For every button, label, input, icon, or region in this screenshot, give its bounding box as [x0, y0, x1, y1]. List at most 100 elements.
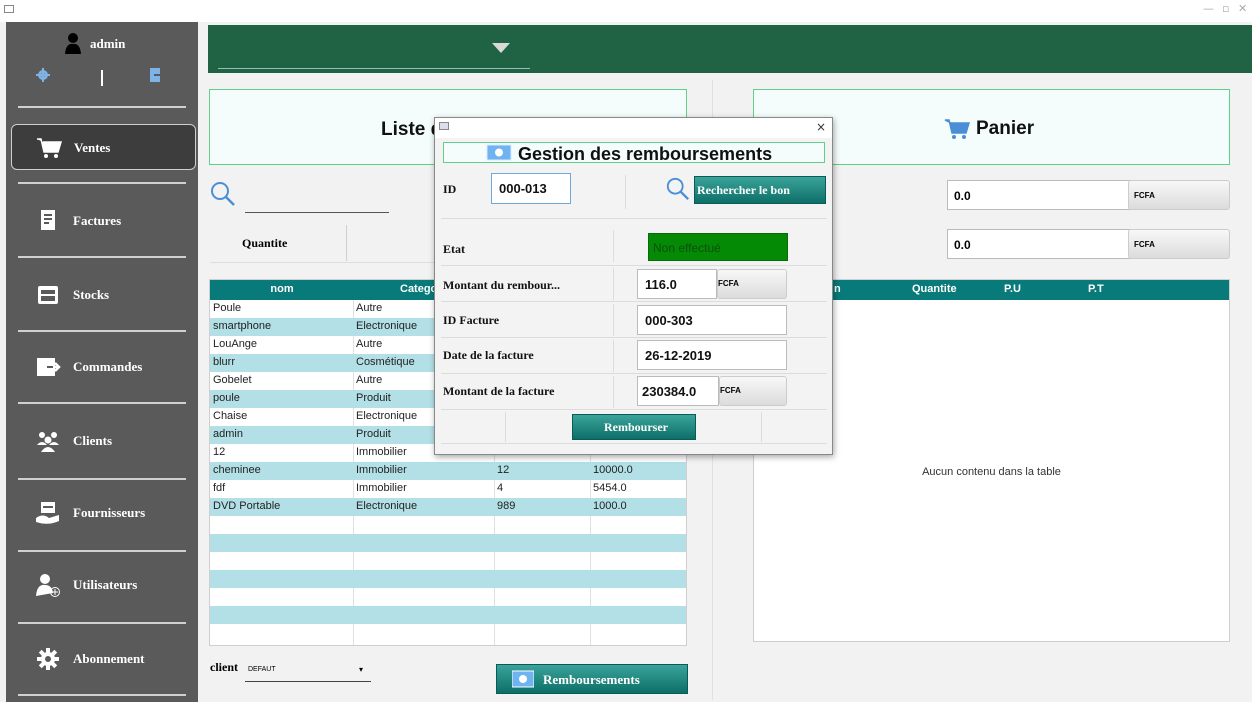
rembourser-button-label: Rembourser — [604, 420, 668, 434]
settings-gear-icon[interactable] — [36, 68, 50, 82]
sidebar-divider — [18, 256, 186, 258]
table-cell-cat: Produit — [356, 428, 391, 440]
maximize-button[interactable]: ▫ — [1222, 2, 1229, 15]
divider — [613, 376, 614, 408]
sidebar-item-commandes[interactable]: Commandes — [11, 344, 196, 390]
tool-separator — [101, 70, 103, 86]
invoice-date-input[interactable]: 26-12-2019 — [637, 340, 787, 370]
add-user-icon — [36, 574, 60, 597]
table-cell-cat: Autre — [356, 338, 383, 350]
table-cell-nom: Poule — [213, 302, 242, 314]
table-cell-price: 10000.0 — [593, 464, 633, 476]
stock-icon — [38, 286, 58, 304]
remboursements-button[interactable]: Remboursements — [496, 664, 688, 694]
sidebar-item-stocks[interactable]: Stocks — [11, 272, 196, 318]
table-cell-nom: poule — [213, 392, 240, 404]
table-cell-price: 1000.0 — [593, 500, 627, 512]
sidebar-item-factures[interactable]: Factures — [11, 198, 196, 244]
divider — [613, 268, 614, 300]
column-header-pu[interactable]: P.U — [1004, 283, 1021, 295]
table-row[interactable]: DVD Portable Electronique 989 1000.0 — [210, 498, 686, 516]
paid-value: 0.0 — [954, 238, 971, 252]
table-cell-cat: Autre — [356, 302, 383, 314]
minimize-button[interactable]: — — [1203, 2, 1214, 15]
table-row[interactable] — [210, 552, 686, 570]
divider — [761, 412, 762, 442]
table-row[interactable] — [210, 606, 686, 624]
currency-label: FCFA — [1128, 229, 1230, 259]
currency-unit: FCFA — [1134, 240, 1155, 249]
table-cell-cat: Electronique — [356, 500, 418, 512]
money-icon — [512, 670, 534, 688]
search-voucher-button[interactable]: Rechercher le bon — [694, 176, 826, 204]
currency-unit: FCFA — [720, 386, 741, 395]
table-cell-nom: admin — [213, 428, 243, 440]
invoice-icon — [41, 210, 55, 230]
sidebar-divider — [18, 330, 186, 332]
sidebar-item-ventes[interactable]: Ventes — [11, 124, 196, 170]
client-select-value: DEFAUT — [248, 666, 276, 673]
invoice-id-input[interactable]: 000-303 — [637, 305, 787, 335]
sidebar-item-fournisseurs[interactable]: Fournisseurs — [11, 490, 196, 536]
table-row[interactable] — [210, 588, 686, 606]
total-field[interactable]: 0.0 — [947, 180, 1132, 210]
search-input[interactable] — [245, 212, 389, 213]
table-cell-cat: Immobilier — [356, 482, 407, 494]
table-row[interactable] — [210, 624, 686, 642]
chevron-down-icon[interactable] — [492, 43, 510, 53]
currency-label: FCFA — [719, 376, 787, 406]
table-cell-nom: smartphone — [213, 320, 272, 332]
column-header-pt[interactable]: P.T — [1088, 283, 1104, 295]
remboursements-button-label: Remboursements — [543, 672, 640, 687]
sidebar-item-label: Clients — [73, 433, 112, 448]
table-row[interactable] — [210, 570, 686, 588]
refund-amount-input[interactable]: 116.0 — [637, 269, 717, 299]
id-input[interactable]: 000-013 — [491, 173, 571, 204]
invoice-date-label: Date de la facture — [443, 348, 534, 362]
gear-icon — [37, 648, 59, 670]
divider — [441, 301, 827, 302]
search-icon[interactable] — [665, 176, 691, 202]
divider — [613, 230, 614, 262]
divider — [441, 443, 827, 444]
quantity-label: Quantite — [242, 236, 288, 250]
invoice-amount-value: 230384.0 — [642, 384, 697, 399]
sidebar-item-abonnement[interactable]: Abonnement — [11, 636, 196, 682]
sidebar-item-utilisateurs[interactable]: Utilisateurs — [11, 562, 196, 608]
column-header-categorie[interactable]: Catego — [400, 283, 437, 295]
sidebar-item-clients[interactable]: Clients — [11, 418, 196, 464]
divider — [210, 262, 435, 263]
table-cell-cat: Cosmétique — [356, 356, 415, 368]
table-row[interactable]: cheminee Immobilier 12 10000.0 — [210, 462, 686, 480]
table-cell-nom: blurr — [213, 356, 236, 368]
logout-icon[interactable] — [150, 68, 162, 82]
sidebar-item-label: Ventes — [74, 140, 111, 155]
table-cell-nom: Chaise — [213, 410, 248, 422]
table-row[interactable] — [210, 534, 686, 552]
top-bar — [208, 25, 1252, 73]
divider — [441, 337, 827, 338]
dialog-close-button[interactable]: × — [816, 120, 826, 134]
column-header-nom[interactable]: nom — [210, 283, 354, 295]
search-icon[interactable] — [209, 180, 237, 208]
divider — [346, 225, 347, 261]
table-row[interactable] — [210, 516, 686, 534]
sidebar-item-label: Utilisateurs — [73, 577, 138, 592]
paid-field[interactable]: 0.0 — [947, 229, 1132, 259]
client-select[interactable]: DEFAUT ▾ — [245, 660, 371, 682]
user-icon — [65, 33, 81, 54]
refund-amount-label: Montant du rembour... — [443, 278, 561, 292]
rembourser-button[interactable]: Rembourser — [572, 414, 696, 440]
user-info: admin — [6, 32, 198, 56]
close-window-button[interactable]: ✕ — [1238, 2, 1247, 15]
sidebar-tools — [6, 68, 198, 88]
sidebar-item-label: Fournisseurs — [73, 505, 146, 520]
table-cell-nom: Gobelet — [213, 374, 252, 386]
top-combobox[interactable] — [218, 68, 530, 69]
column-header-quantite[interactable]: Quantite — [912, 283, 957, 295]
table-row[interactable]: fdf Immobilier 4 5454.0 — [210, 480, 686, 498]
column-header-designation[interactable]: n — [834, 283, 841, 295]
invoice-amount-input[interactable]: 230384.0 — [637, 376, 719, 406]
status-badge: Non effectué — [648, 233, 788, 261]
invoice-id-label: ID Facture — [443, 313, 500, 327]
